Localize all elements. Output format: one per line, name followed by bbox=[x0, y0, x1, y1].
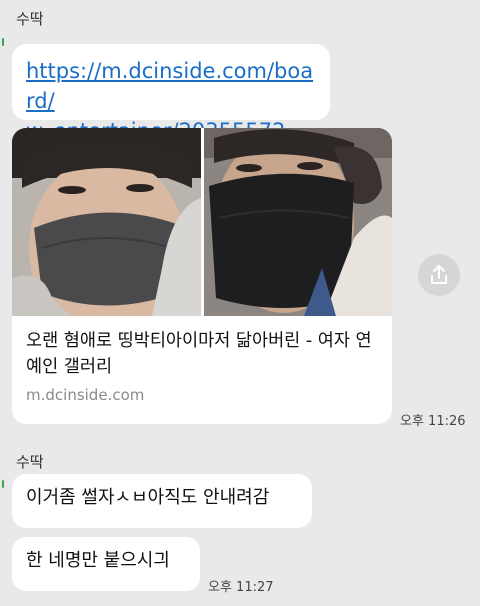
chat-message[interactable]: 한 네명만 붙으시긔 bbox=[12, 537, 200, 591]
preview-title[interactable]: 오랜 혐애로 띵박티아이마저 닮아버린 - 여자 연예인 갤러리 bbox=[26, 328, 382, 380]
preview-domain: m.dcinside.com bbox=[26, 386, 145, 404]
message-time: 오후 11:26 bbox=[400, 414, 466, 429]
link-url-line-1[interactable]: https://m.dcinside.com/board/ bbox=[26, 59, 313, 113]
link-bubble[interactable]: https://m.dcinside.com/board/ w_entertai… bbox=[12, 44, 330, 143]
link-preview-card[interactable]: 오랜 혐애로 띵박티아이마저 닮아버린 - 여자 연예인 갤러리 m.dcins… bbox=[12, 128, 392, 424]
chat-message[interactable]: 이거좀 썰자ㅅㅂ아직도 안내려감 bbox=[12, 474, 312, 528]
chat-message-text[interactable]: 이거좀 썰자ㅅㅂ아직도 안내려감 bbox=[26, 487, 269, 508]
share-button[interactable] bbox=[418, 254, 460, 296]
share-icon bbox=[431, 265, 447, 284]
message-time: 오후 11:27 bbox=[208, 580, 274, 595]
preview-thumbnail[interactable] bbox=[12, 128, 392, 316]
sender-indicator bbox=[2, 38, 4, 46]
sender-name[interactable]: 수딱 bbox=[16, 451, 44, 472]
preview-photo-right bbox=[204, 128, 392, 316]
sender-indicator bbox=[2, 480, 4, 488]
sender-name[interactable]: 수딱 bbox=[16, 8, 44, 29]
preview-photo-left bbox=[12, 128, 201, 316]
chat-message-text[interactable]: 한 네명만 붙으시긔 bbox=[26, 550, 170, 571]
